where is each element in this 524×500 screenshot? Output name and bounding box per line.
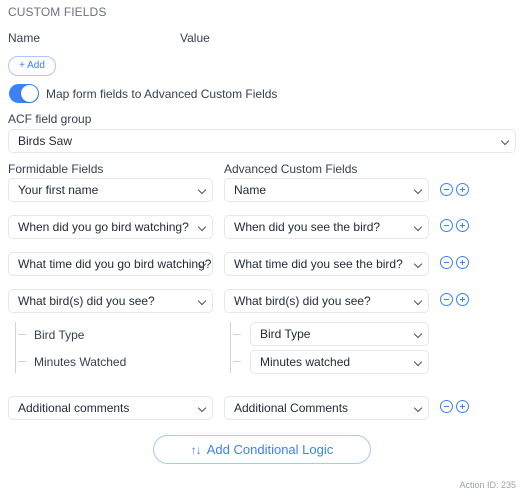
minus-circle-icon[interactable]: [440, 219, 453, 232]
value-column-header: Value: [180, 31, 210, 45]
minus-circle-icon[interactable]: [440, 400, 453, 413]
tree-branch: [18, 361, 26, 362]
row-actions: [440, 293, 472, 307]
chevron-down-icon: [197, 403, 207, 413]
section-title: CUSTOM FIELDS: [8, 5, 107, 19]
chevron-down-icon: [413, 357, 423, 367]
plus-circle-icon[interactable]: [456, 400, 469, 413]
acf-field-select[interactable]: What time did you see the bird?: [224, 252, 429, 276]
chevron-down-icon: [413, 296, 423, 306]
map-acf-toggle[interactable]: [9, 84, 39, 103]
plus-circle-icon[interactable]: [456, 219, 469, 232]
chevron-down-icon: [500, 136, 510, 146]
minus-circle-icon[interactable]: [440, 256, 453, 269]
map-acf-toggle-label: Map form fields to Advanced Custom Field…: [46, 87, 278, 101]
acf-field-value: When did you see the bird?: [234, 220, 381, 234]
conditional-logic-icon: ↑↓: [190, 443, 202, 457]
minus-circle-icon[interactable]: [440, 183, 453, 196]
acf-field-select[interactable]: Additional Comments: [224, 396, 429, 420]
acf-field-group-label: ACF field group: [8, 112, 92, 126]
formidable-field-value: What bird(s) did you see?: [18, 294, 155, 308]
chevron-down-icon: [413, 403, 423, 413]
minus-circle-icon[interactable]: [440, 293, 453, 306]
tree-branch: [18, 334, 26, 335]
formidable-subfield-label: Minutes Watched: [34, 355, 127, 369]
chevron-down-icon: [413, 185, 423, 195]
formidable-field-value: Additional comments: [18, 401, 130, 415]
chevron-down-icon: [197, 222, 207, 232]
acf-field-value: What bird(s) did you see?: [234, 294, 371, 308]
formidable-field-select[interactable]: What bird(s) did you see?: [8, 289, 213, 313]
formidable-field-select[interactable]: When did you go bird watching?: [8, 215, 213, 239]
tree-branch: [233, 334, 241, 335]
chevron-down-icon: [413, 222, 423, 232]
chevron-down-icon: [197, 185, 207, 195]
acf-field-value: Name: [234, 183, 267, 197]
name-column-header: Name: [8, 31, 41, 45]
acf-subfield-select[interactable]: Minutes watched: [250, 350, 429, 374]
chevron-down-icon: [413, 259, 423, 269]
chevron-down-icon: [197, 296, 207, 306]
row-actions: [440, 183, 472, 197]
formidable-field-value: When did you go bird watching?: [18, 220, 189, 234]
acf-field-select[interactable]: When did you see the bird?: [224, 215, 429, 239]
add-conditional-logic-button[interactable]: ↑↓ Add Conditional Logic: [153, 435, 371, 464]
formidable-fields-header: Formidable Fields: [8, 162, 104, 176]
chevron-down-icon: [413, 329, 423, 339]
formidable-field-select[interactable]: Your first name: [8, 178, 213, 202]
tree-branch: [233, 361, 241, 362]
acf-field-value: Additional Comments: [234, 401, 349, 415]
acf-field-select[interactable]: Name: [224, 178, 429, 202]
plus-circle-icon[interactable]: [456, 293, 469, 306]
acf-field-group-select[interactable]: Birds Saw: [8, 129, 516, 153]
add-custom-field-button[interactable]: + Add: [8, 56, 56, 76]
acf-subfield-select[interactable]: Bird Type: [250, 322, 429, 346]
acf-subfield-value: Bird Type: [260, 327, 311, 341]
acf-field-group-value: Birds Saw: [18, 134, 73, 148]
acf-fields-header: Advanced Custom Fields: [224, 162, 358, 176]
formidable-subfield-label: Bird Type: [34, 328, 85, 342]
formidable-field-value: What time did you go bird watching?: [18, 257, 212, 271]
formidable-field-select[interactable]: What time did you go bird watching?: [8, 252, 213, 276]
tree-line: [230, 322, 231, 373]
row-actions: [440, 219, 472, 233]
row-actions: [440, 400, 472, 414]
plus-circle-icon[interactable]: [456, 183, 469, 196]
tree-line: [15, 322, 16, 373]
formidable-field-select[interactable]: Additional comments: [8, 396, 213, 420]
formidable-field-value: Your first name: [18, 183, 99, 197]
add-conditional-logic-label: Add Conditional Logic: [206, 442, 334, 457]
row-actions: [440, 256, 472, 270]
toggle-knob: [21, 85, 38, 102]
acf-field-value: What time did you see the bird?: [234, 257, 403, 271]
acf-subfield-value: Minutes watched: [260, 355, 351, 369]
action-id: Action ID: 235: [459, 480, 516, 490]
acf-field-select[interactable]: What bird(s) did you see?: [224, 289, 429, 313]
plus-circle-icon[interactable]: [456, 256, 469, 269]
